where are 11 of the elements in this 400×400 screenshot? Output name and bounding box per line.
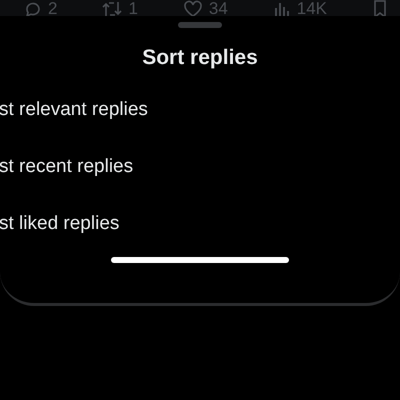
- heart-icon[interactable]: [182, 0, 203, 16]
- count: 2: [48, 0, 58, 16]
- sheet-title: Sort replies: [142, 46, 258, 70]
- count: 1: [128, 0, 138, 16]
- drag-handle[interactable]: [178, 22, 222, 28]
- repost-icon[interactable]: [102, 0, 122, 16]
- bookmark-icon[interactable]: [372, 0, 388, 16]
- reply-icon[interactable]: [24, 0, 42, 16]
- count: 34: [208, 0, 228, 16]
- count: 14K: [296, 0, 328, 16]
- bar-chart-icon[interactable]: [272, 0, 291, 16]
